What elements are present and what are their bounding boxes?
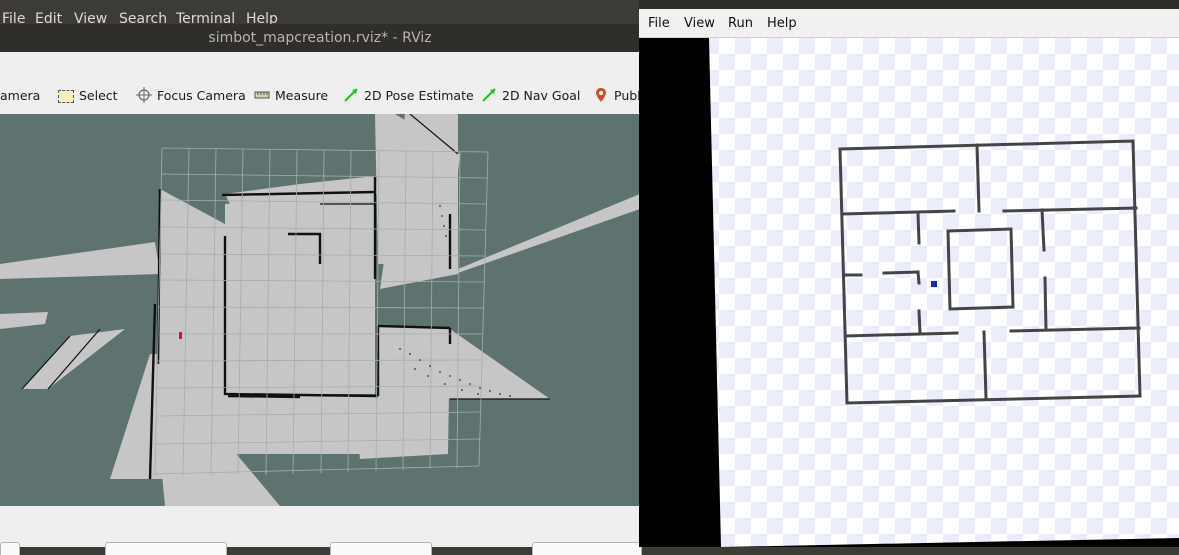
green-arrow-icon <box>481 87 497 103</box>
stage-menubar: File View Run Help <box>639 9 1179 38</box>
robot-marker <box>179 332 182 339</box>
tool-label: 2D Pose Estimate <box>364 87 474 103</box>
tool-label: Focus Camera <box>157 87 246 103</box>
stage-menu-help[interactable]: Help <box>767 16 797 31</box>
rviz-titlebar: simbot_mapcreation.rviz* - RViz <box>0 24 640 52</box>
stage-titlebar <box>639 0 1179 9</box>
world-floor <box>709 38 1179 547</box>
tool-label: Select <box>79 87 118 103</box>
rviz-bottom-panel <box>0 506 642 555</box>
stage-world <box>709 38 1179 547</box>
tool-measure[interactable]: Measure <box>254 86 328 104</box>
tool-publish-point[interactable]: Publi <box>593 86 644 104</box>
rviz-toolbar: amera Select Focus Camera Measure 2D Pos… <box>0 52 644 115</box>
occupancy-map <box>0 114 640 506</box>
time-panel-field[interactable] <box>330 542 432 555</box>
free-space <box>0 114 640 506</box>
tool-focus-camera[interactable]: Focus Camera <box>136 86 246 104</box>
tool-2d-pose-estimate[interactable]: 2D Pose Estimate <box>343 86 474 104</box>
terminal-menubar: File Edit View Search Terminal Help <box>0 0 640 27</box>
map-pin-icon <box>593 87 609 103</box>
window-title: simbot_mapcreation.rviz* - RViz <box>208 30 432 46</box>
tool-label: amera <box>0 87 41 103</box>
tool-select[interactable]: Select <box>58 86 118 104</box>
ruler-icon <box>254 87 270 103</box>
green-arrow-icon <box>343 87 359 103</box>
stage-menu-view[interactable]: View <box>684 16 715 31</box>
time-panel-field[interactable] <box>532 542 642 555</box>
tool-label: Measure <box>275 87 329 103</box>
time-panel-field[interactable] <box>0 542 20 555</box>
robot-marker <box>931 281 937 287</box>
time-panel-field[interactable] <box>105 542 227 555</box>
stage-menu-run[interactable]: Run <box>728 16 753 31</box>
rviz-3d-view[interactable] <box>0 114 640 506</box>
tool-move-camera[interactable]: amera <box>0 86 40 104</box>
tool-label: 2D Nav Goal <box>502 87 581 103</box>
stage-simulator-window: File View Run Help <box>639 0 1179 547</box>
select-icon <box>58 89 74 103</box>
stage-menu-file[interactable]: File <box>648 16 670 31</box>
crosshair-icon <box>136 87 152 103</box>
stage-world-canvas[interactable] <box>639 38 1179 547</box>
tool-2d-nav-goal[interactable]: 2D Nav Goal <box>481 86 580 104</box>
